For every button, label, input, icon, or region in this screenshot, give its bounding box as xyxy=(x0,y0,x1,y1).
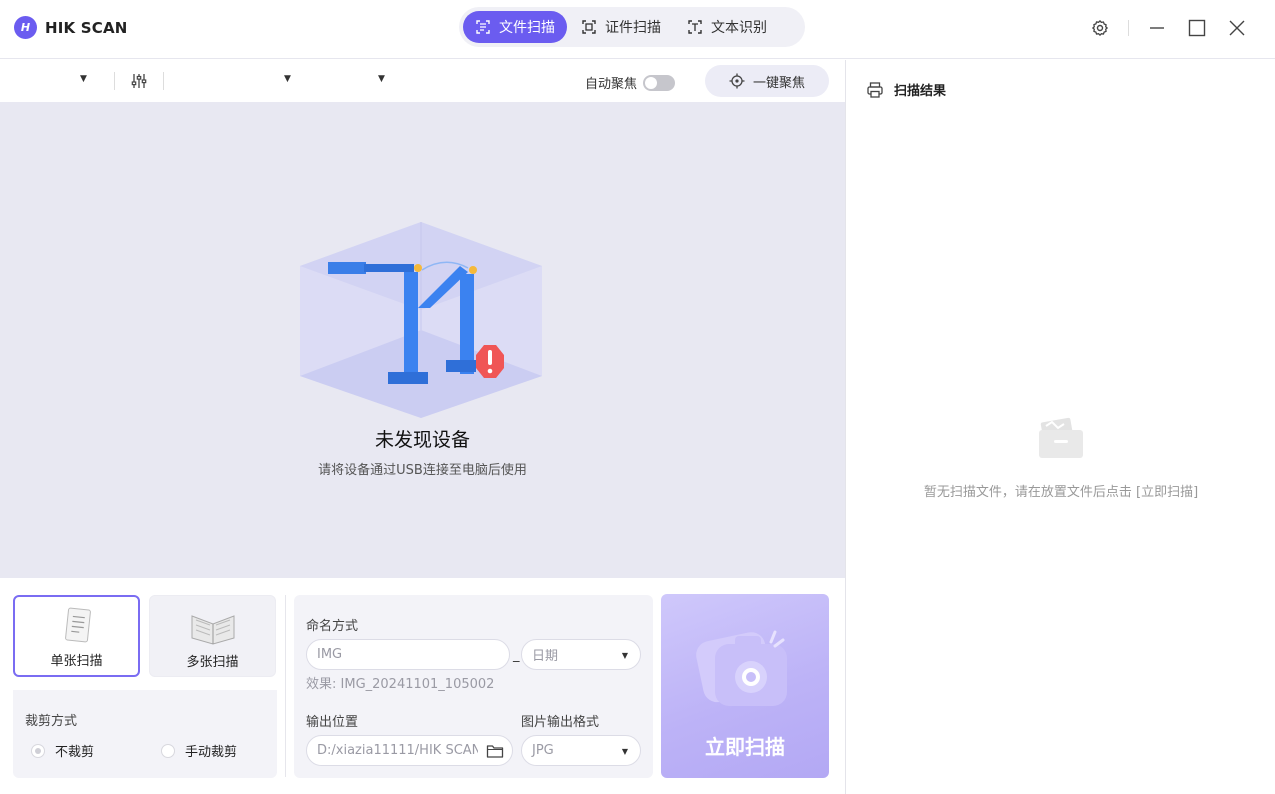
scan-now-button[interactable]: 立即扫描 xyxy=(661,594,829,778)
scan-panel: ▼ ▼ ▼ 自动聚焦 一键聚焦 未发现设备 请将设备通过USB连接至电脑后使用 … xyxy=(0,60,845,794)
text-recognition-icon xyxy=(687,19,703,35)
device-toolbar: ▼ ▼ ▼ 自动聚焦 一键聚焦 xyxy=(0,60,845,102)
document-scan-icon xyxy=(475,19,491,35)
device-select-dropdown[interactable]: ▼ xyxy=(80,74,87,84)
radio-dot xyxy=(161,743,175,758)
no-device-subtitle: 请将设备通过USB连接至电脑后使用 xyxy=(318,463,527,478)
tab-text-recognition[interactable]: 文本识别 xyxy=(675,11,779,43)
crop-manual-label: 手动裁剪 xyxy=(185,745,238,760)
minimize-icon xyxy=(1150,27,1164,29)
no-device-title: 未发现设备 xyxy=(374,429,470,451)
naming-label: 命名方式 xyxy=(306,619,359,634)
one-click-focus-label: 一键聚焦 xyxy=(752,75,805,91)
crop-none-radio[interactable]: 不裁剪 xyxy=(31,741,94,760)
tab-document-scan[interactable]: 文件扫描 xyxy=(463,11,567,43)
id-scan-icon xyxy=(581,19,597,35)
results-empty-text: 暂无扫描文件，请在放置文件后点击 [立即扫描] xyxy=(923,485,1199,500)
scan-results-panel: 扫描结果 暂无扫描文件，请在放置文件后点击 [立即扫描] xyxy=(845,60,1275,794)
name-suffix-value: 日期 xyxy=(532,649,559,664)
results-header: 扫描结果 xyxy=(866,80,946,99)
window-controls xyxy=(1080,14,1257,42)
results-title: 扫描结果 xyxy=(894,84,947,99)
output-format-label: 图片输出格式 xyxy=(521,715,600,730)
folder-icon[interactable] xyxy=(486,743,504,759)
color-mode-dropdown[interactable]: ▼ xyxy=(378,74,385,84)
section-divider xyxy=(285,595,286,777)
resolution-dropdown[interactable]: ▼ xyxy=(284,74,291,84)
toolbar-divider xyxy=(114,72,115,90)
adjust-settings-button[interactable] xyxy=(130,72,148,94)
focus-target-icon xyxy=(729,73,745,89)
mode-tabs: 文件扫描 证件扫描 文本识别 xyxy=(459,7,805,47)
output-location-value: D:/xiazia11111/HIK SCAN xyxy=(317,743,478,758)
auto-focus-toggle[interactable] xyxy=(643,74,676,91)
chevron-down-icon: ▼ xyxy=(621,651,628,660)
output-settings: 命名方式 IMG _ 日期 ▼ 效果: IMG_20241101_105002 … xyxy=(294,595,653,778)
name-suffix-select[interactable]: 日期 ▼ xyxy=(521,639,641,670)
chevron-down-icon: ▼ xyxy=(80,74,87,84)
output-location-input[interactable]: D:/xiazia11111/HIK SCAN xyxy=(306,735,513,766)
scan-preview-area: 未发现设备 请将设备通过USB连接至电脑后使用 xyxy=(0,102,845,578)
name-prefix-input[interactable]: IMG xyxy=(306,639,510,670)
crop-manual-radio[interactable]: 手动裁剪 xyxy=(161,741,237,760)
scanner-disconnected-illustration xyxy=(300,222,542,418)
auto-focus-label: 自动聚焦 xyxy=(585,77,638,92)
app-name: HIK SCAN xyxy=(45,18,128,37)
book-icon xyxy=(191,615,234,645)
tab-id-scan[interactable]: 证件扫描 xyxy=(569,11,673,43)
crop-none-label: 不裁剪 xyxy=(55,745,95,760)
printer-icon xyxy=(867,81,883,98)
sliders-icon xyxy=(131,74,147,88)
tab-document-scan-label: 文件扫描 xyxy=(499,20,555,36)
chevron-down-icon: ▼ xyxy=(621,747,628,756)
tab-id-scan-label: 证件扫描 xyxy=(605,20,661,36)
output-format-select[interactable]: JPG ▼ xyxy=(521,735,641,766)
multi-scan-card[interactable]: 多张扫描 xyxy=(149,595,276,677)
settings-button[interactable] xyxy=(1080,14,1120,42)
empty-folder-icon xyxy=(1039,417,1083,458)
maximize-button[interactable] xyxy=(1177,14,1217,42)
output-format-value: JPG xyxy=(532,743,554,758)
minimize-button[interactable] xyxy=(1137,14,1177,42)
crop-title: 裁剪方式 xyxy=(25,714,78,729)
single-scan-label: 单张扫描 xyxy=(50,654,103,669)
title-bar: H HIK SCAN 文件扫描 证件扫描 文本识别 xyxy=(0,0,1275,59)
scan-settings-bar: 单张扫描 多张扫描 裁剪方式 不裁剪 手动裁剪 命名方式 IMG _ 日期 ▼ … xyxy=(0,578,845,794)
app-logo: H HIK SCAN xyxy=(14,16,128,39)
maximize-icon xyxy=(1188,19,1206,37)
output-location-label: 输出位置 xyxy=(306,715,359,730)
toolbar-divider xyxy=(163,72,164,90)
window-controls-divider xyxy=(1128,20,1129,36)
naming-effect-preview: 效果: IMG_20241101_105002 xyxy=(306,677,495,692)
name-separator: _ xyxy=(513,648,520,663)
scan-now-label: 立即扫描 xyxy=(705,735,785,759)
camera-icon xyxy=(696,630,787,706)
multi-scan-label: 多张扫描 xyxy=(186,655,239,670)
tab-text-recognition-label: 文本识别 xyxy=(711,20,767,36)
chevron-down-icon: ▼ xyxy=(284,74,291,84)
chevron-down-icon: ▼ xyxy=(378,74,385,84)
logo-mark: H xyxy=(14,16,37,39)
close-icon xyxy=(1229,20,1245,36)
gear-icon xyxy=(1092,20,1108,36)
radio-dot xyxy=(31,743,45,758)
single-page-icon xyxy=(64,607,91,643)
crop-options: 裁剪方式 不裁剪 手动裁剪 xyxy=(13,690,277,778)
one-click-focus-button[interactable]: 一键聚焦 xyxy=(705,65,829,97)
app-window: H HIK SCAN 文件扫描 证件扫描 文本识别 ▼ ▼ ▼ 自动聚焦 一键聚… xyxy=(0,0,1275,794)
auto-focus: 自动聚焦 xyxy=(585,73,676,92)
single-scan-card[interactable]: 单张扫描 xyxy=(13,595,140,677)
close-button[interactable] xyxy=(1217,14,1257,42)
